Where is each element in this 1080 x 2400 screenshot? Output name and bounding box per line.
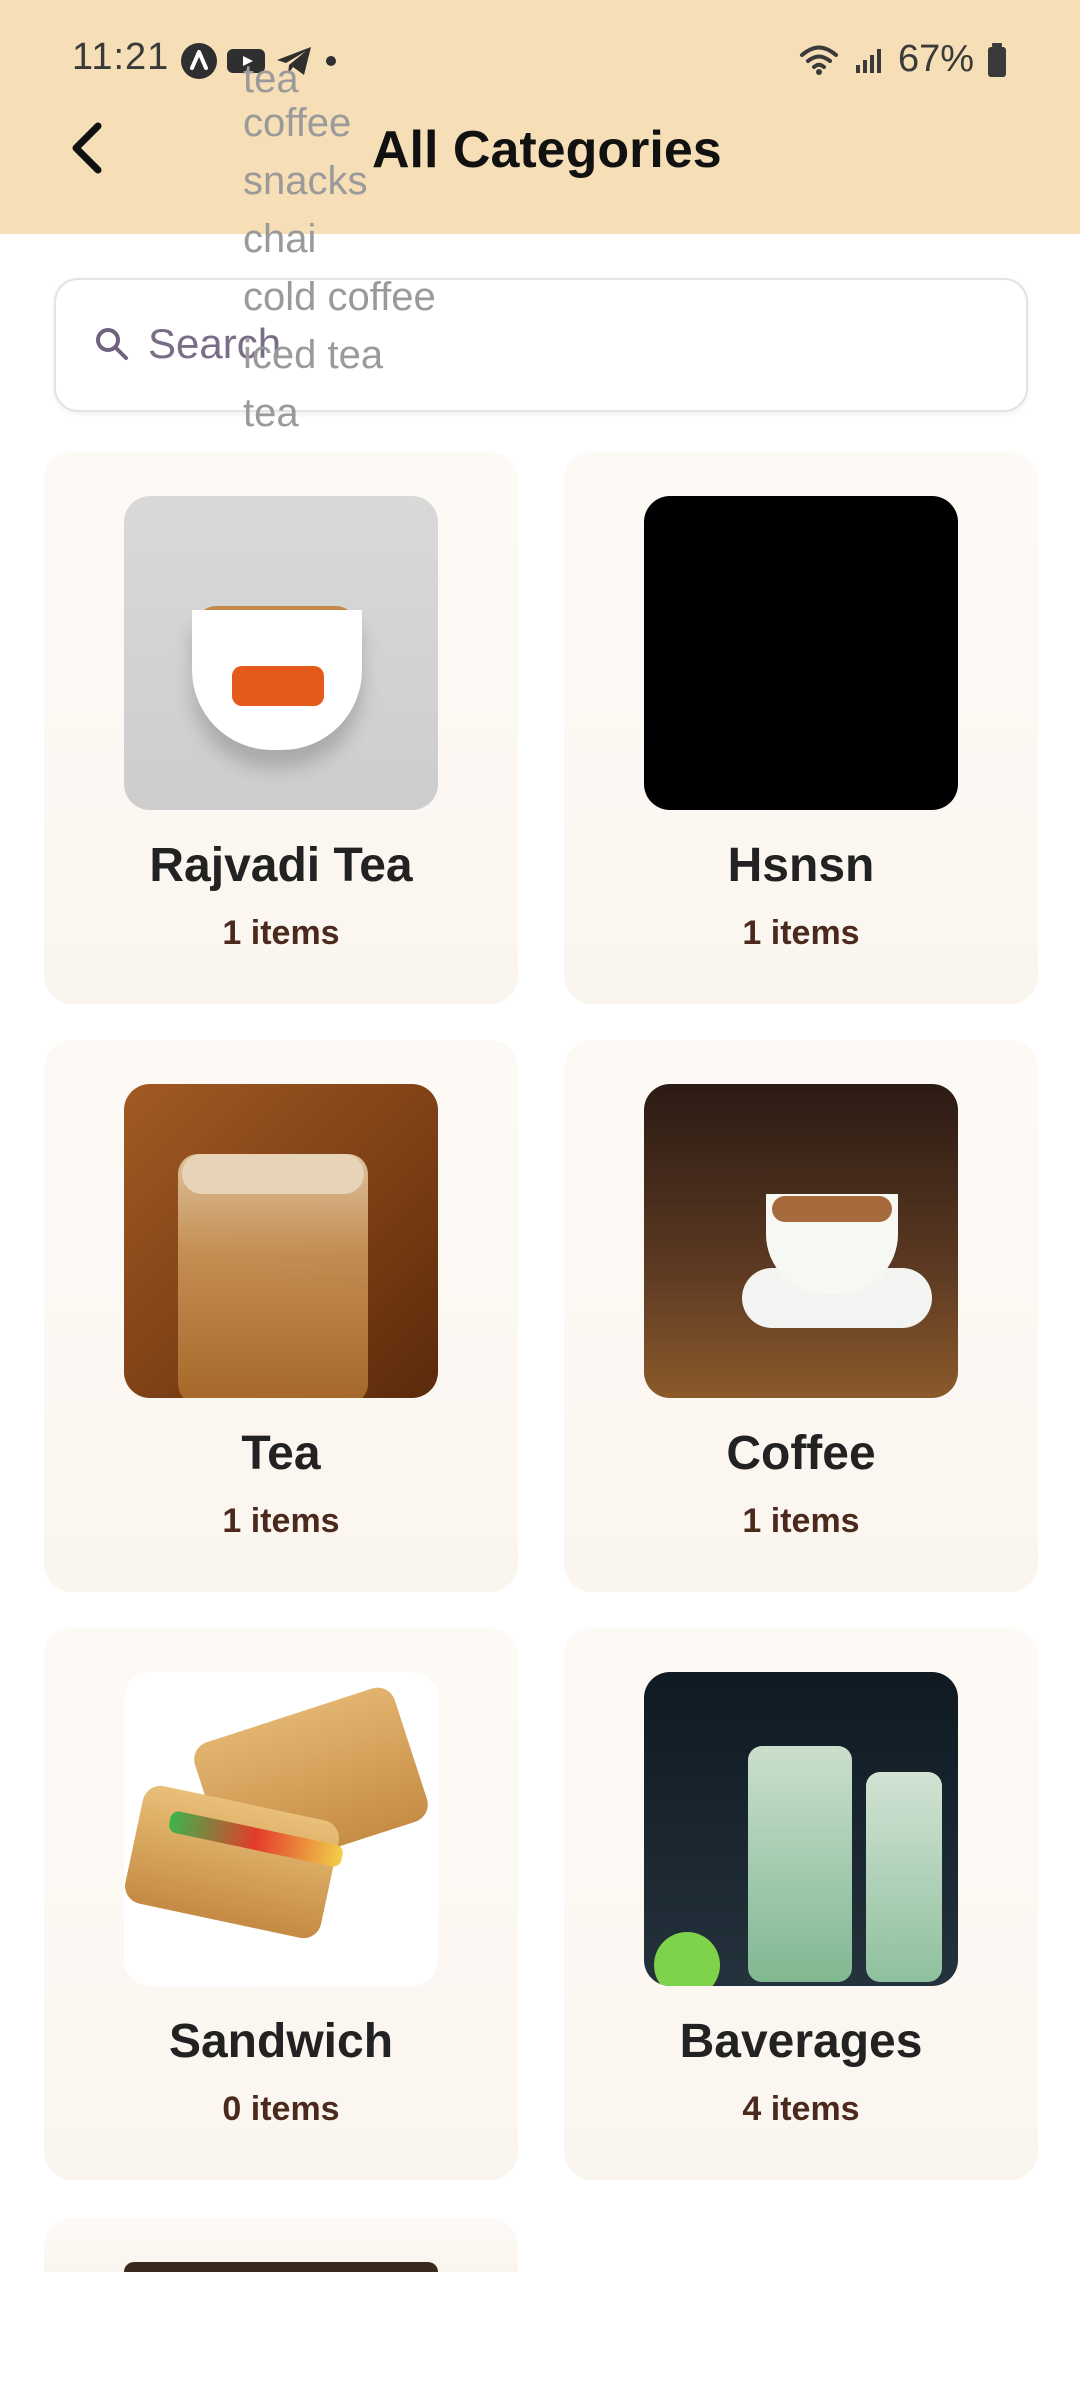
partial-thumbnail-image	[124, 2262, 438, 2272]
android-auto-icon	[181, 43, 217, 79]
battery-icon	[988, 42, 1006, 77]
suggestion-item[interactable]: chai	[243, 210, 563, 268]
category-card[interactable]: Tea 1 items	[44, 1040, 518, 1592]
category-grid: Rajvadi Tea 1 items Hsnsn 1 items Tea 1 …	[44, 452, 1044, 2272]
category-name: Rajvadi Tea	[149, 839, 413, 892]
category-name: Coffee	[726, 1427, 876, 1480]
coffee-crema	[772, 1196, 892, 1222]
beverages-image	[644, 1672, 958, 1986]
black-image	[644, 496, 958, 810]
category-card[interactable]: Sandwich 0 items	[44, 1628, 518, 2180]
signal-icon	[855, 48, 881, 73]
category-count: 4 items	[742, 2090, 860, 2128]
category-name: Tea	[241, 1427, 321, 1480]
status-time: 11:21	[72, 36, 170, 78]
category-name: Baverages	[679, 2015, 923, 2068]
category-count: 1 items	[222, 914, 340, 952]
category-card-partial[interactable]	[44, 2218, 518, 2272]
suggestion-item[interactable]: tea	[243, 64, 563, 94]
lime	[654, 1932, 720, 1986]
brand-logo-icon	[232, 666, 324, 706]
beverage-glass	[866, 1772, 942, 1982]
back-chevron-icon	[72, 122, 102, 174]
battery-percent: 67%	[897, 38, 974, 80]
suggestion-item[interactable]: iced tea	[243, 326, 563, 384]
coffee-cup-image	[644, 1084, 958, 1398]
category-count: 1 items	[742, 1502, 860, 1540]
category-name: Sandwich	[168, 2015, 394, 2068]
tea-glass-image	[124, 1084, 438, 1398]
status-icons-right: 67%	[798, 38, 1008, 81]
category-count: 0 items	[222, 2090, 340, 2128]
beverage-glass	[748, 1746, 852, 1982]
category-card[interactable]: Baverages 4 items	[564, 1628, 1038, 2180]
category-count: 1 items	[222, 1502, 340, 1540]
suggestion-item[interactable]: snacks	[243, 152, 563, 210]
sandwich-image	[124, 1672, 438, 1986]
tea-foam	[182, 1154, 364, 1194]
search-icon	[96, 328, 128, 360]
wifi-icon	[799, 45, 838, 75]
suggestion-item[interactable]: tea	[243, 384, 563, 442]
suggestion-item[interactable]: coffee	[243, 94, 563, 152]
category-name: Hsnsn	[727, 839, 875, 892]
autocomplete-suggestions: tea coffee snacks chai cold coffee iced …	[243, 64, 563, 442]
back-button[interactable]	[58, 118, 118, 178]
category-card[interactable]: Hsnsn 1 items	[564, 452, 1038, 1004]
suggestion-item[interactable]: cold coffee	[243, 268, 563, 326]
category-count: 1 items	[742, 914, 860, 952]
category-card[interactable]: Coffee 1 items	[564, 1040, 1038, 1592]
tea-cup-logo-image	[124, 496, 438, 810]
category-card[interactable]: Rajvadi Tea 1 items	[44, 452, 518, 1004]
